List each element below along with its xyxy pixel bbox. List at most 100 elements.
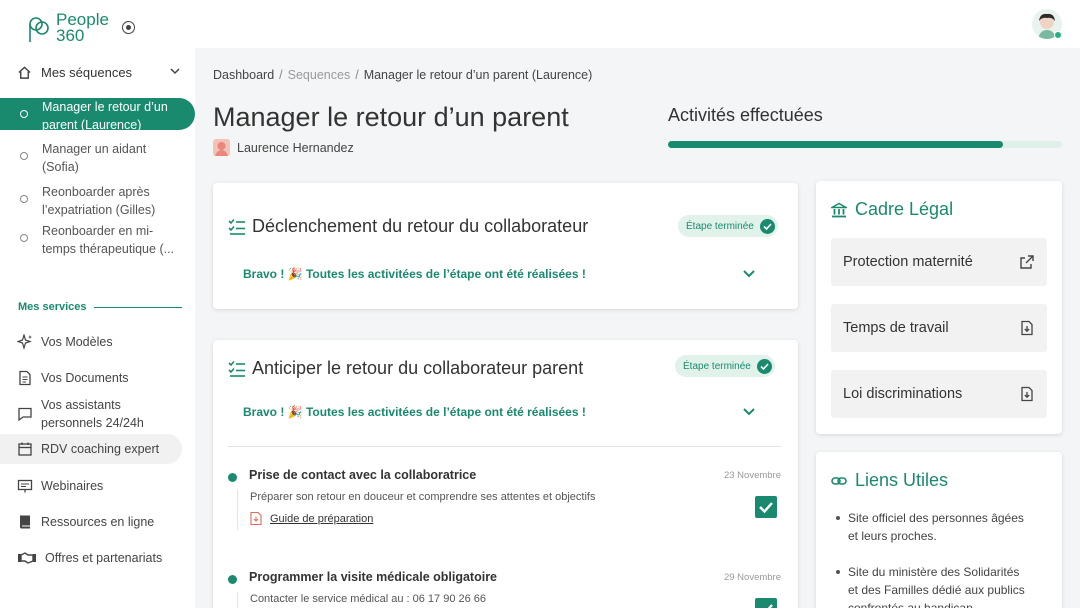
activity-description: Contacter le service médical au : 06 17 … [250, 593, 487, 605]
useful-link-line1: Site du ministère des Solidarités [848, 565, 1020, 579]
chevron-down-icon[interactable] [742, 407, 756, 417]
useful-link-line3: confrontés au handicap [848, 601, 973, 608]
pdf-file-icon [250, 512, 262, 525]
sidebar-item-coaching[interactable]: RDV coaching expert [0, 434, 182, 464]
sparkles-icon [17, 334, 32, 350]
chevron-down-icon[interactable] [742, 269, 756, 279]
sequences-label: Mes séquences [41, 64, 133, 80]
book-icon [20, 515, 30, 529]
sidebar-item-sequence[interactable]: Manager un aidant (Sofia) [0, 140, 195, 176]
divider [228, 446, 781, 447]
sidebar-item-documents[interactable]: Vos Documents [0, 368, 182, 388]
useful-links-card: Liens Utiles Site officiel des personnes… [816, 452, 1062, 608]
step-title-text: Anticiper le retour du collaborateur par… [252, 358, 584, 378]
timeline-dot [228, 575, 237, 584]
legal-item-label: Temps de travail [843, 320, 949, 336]
useful-link-line2: et des Familles dédié aux publics [848, 583, 1025, 597]
breadcrumb-current: Manager le retour d’un parent (Laurence) [363, 68, 593, 82]
links-title-text: Liens Utiles [855, 470, 949, 490]
step-card: Déclenchement du retour du collaborateur… [213, 183, 798, 309]
service-label: Vos Documents [41, 371, 129, 385]
logo[interactable]: People 360 [26, 11, 109, 45]
timeline-line [237, 592, 238, 608]
sequence-label-line2: l’expatriation (Gilles) [42, 203, 156, 217]
bank-icon [831, 202, 847, 217]
section-divider [94, 307, 182, 308]
link-icon [831, 476, 847, 485]
progress-label: Activités effectuées [668, 105, 823, 125]
service-label: Offres et partenariats [45, 551, 163, 565]
sidebar-item-modeles[interactable]: Vos Modèles [0, 332, 182, 352]
legal-title: Cadre Légal [831, 199, 953, 220]
sequence-label-line1: Manager un aidant [42, 142, 147, 156]
service-label: Ressources en ligne [41, 515, 155, 529]
step-title: Déclenchement du retour du collaborateur [228, 216, 588, 237]
useful-link-line2: et leurs proches. [848, 529, 937, 543]
resource-link[interactable]: Guide de préparation [250, 512, 373, 525]
step-complete-message: Bravo ! 🎉 Toutes les activitées de l’éta… [243, 267, 586, 281]
sidebar-item-ressources[interactable]: Ressources en ligne [0, 512, 182, 532]
presentation-icon [17, 479, 33, 493]
chevron-down-icon [170, 68, 180, 75]
service-label: RDV coaching expert [41, 442, 160, 456]
status-badge-label: Étape terminée [686, 220, 754, 232]
people360-logo-icon [29, 17, 49, 42]
activity-date: 23 Novembre [723, 470, 781, 481]
sequence-label-line2: temps thérapeutique (... [42, 242, 175, 256]
service-label-line2: personnels 24/24h [41, 416, 144, 430]
useful-link[interactable]: Site officiel des personnes âgées et leu… [836, 509, 1046, 545]
activity-title: Prise de contact avec la collaboratrice [249, 468, 477, 482]
activity-date: 29 Novembre [723, 572, 781, 583]
resource-link-label: Guide de préparation [270, 512, 374, 525]
service-label-line1: Vos assistants [41, 398, 121, 412]
sequence-label-line1: Reonboarder après [42, 185, 150, 199]
check-circle-icon [759, 218, 775, 234]
sidebar-item-webinaires[interactable]: Webinaires [0, 476, 182, 496]
status-badge: Étape terminée [678, 215, 778, 237]
sequence-label-line1: Reonboarder en mi- [42, 224, 154, 238]
legal-item-button[interactable]: Protection maternité [831, 238, 1047, 286]
sidebar: Mes séquences Manager le retour d’un par… [0, 48, 195, 608]
sidebar-item-assistants[interactable]: Vos assistants personnels 24/24h [0, 396, 182, 434]
breadcrumb-sequences[interactable]: Sequences [288, 68, 351, 82]
brand-line2: 360 [56, 26, 85, 45]
sidebar-item-offres[interactable]: Offres et partenariats [0, 548, 182, 568]
activity-description: Préparer son retour en douceur et compre… [250, 491, 596, 503]
checkmark-icon [767, 604, 773, 608]
legal-item-label: Loi discriminations [843, 386, 963, 402]
done-checkbox[interactable] [755, 598, 777, 608]
sequences-toggle[interactable]: Mes séquences [0, 58, 195, 86]
useful-link-line1: Site officiel des personnes âgées [848, 511, 1024, 525]
page-title: Manager le retour d’un parent [213, 102, 569, 132]
timeline-line [237, 490, 238, 530]
legal-item-button[interactable]: Temps de travail [831, 304, 1047, 352]
timeline-dot [228, 473, 237, 482]
useful-link[interactable]: Site du ministère des Solidarités et des… [836, 563, 1046, 608]
checklist-icon [228, 360, 245, 377]
service-label: Webinaires [41, 479, 104, 493]
breadcrumb: Dashboard / Sequences / Manager le retour d’… [213, 68, 593, 82]
sequence-label-line2: parent (Laurence) [42, 118, 142, 132]
step-complete-message: Bravo ! 🎉 Toutes les activitées de l’éta… [243, 405, 586, 419]
sidebar-item-sequence[interactable]: Manager le retour d’un parent (Laurence) [0, 98, 195, 132]
status-badge-label: Étape terminée [683, 360, 751, 372]
step-card: Anticiper le retour du collaborateur par… [213, 340, 798, 608]
main-content: Dashboard / Sequences / Manager le retour d’… [195, 48, 1080, 608]
person-name: Laurence Hernandez [237, 140, 354, 155]
sidebar-item-sequence[interactable]: Reonboarder après l’expatriation (Gilles… [0, 183, 195, 219]
person-avatar-icon [215, 142, 228, 156]
activity-item: Programmer la visite médicale obligatoir… [228, 570, 781, 608]
step-title-text: Déclenchement du retour du collaborateur [252, 216, 589, 236]
sidebar-item-sequence[interactable]: Reonboarder en mi- temps thérapeutique (… [0, 222, 195, 258]
breadcrumb-dashboard[interactable]: Dashboard [213, 68, 274, 82]
legal-title-text: Cadre Légal [855, 199, 954, 219]
handshake-icon [18, 552, 36, 564]
circle-icon [20, 110, 28, 118]
legal-framework-card: Cadre Légal Protection maternité Temps d… [816, 181, 1062, 434]
legal-item-button[interactable]: Loi discriminations [831, 370, 1047, 418]
done-checkbox[interactable] [755, 496, 777, 518]
chat-icon [18, 407, 32, 422]
progress-bar [668, 141, 1062, 148]
home-icon [18, 65, 31, 79]
activity-title: Programmer la visite médicale obligatoir… [249, 570, 498, 584]
